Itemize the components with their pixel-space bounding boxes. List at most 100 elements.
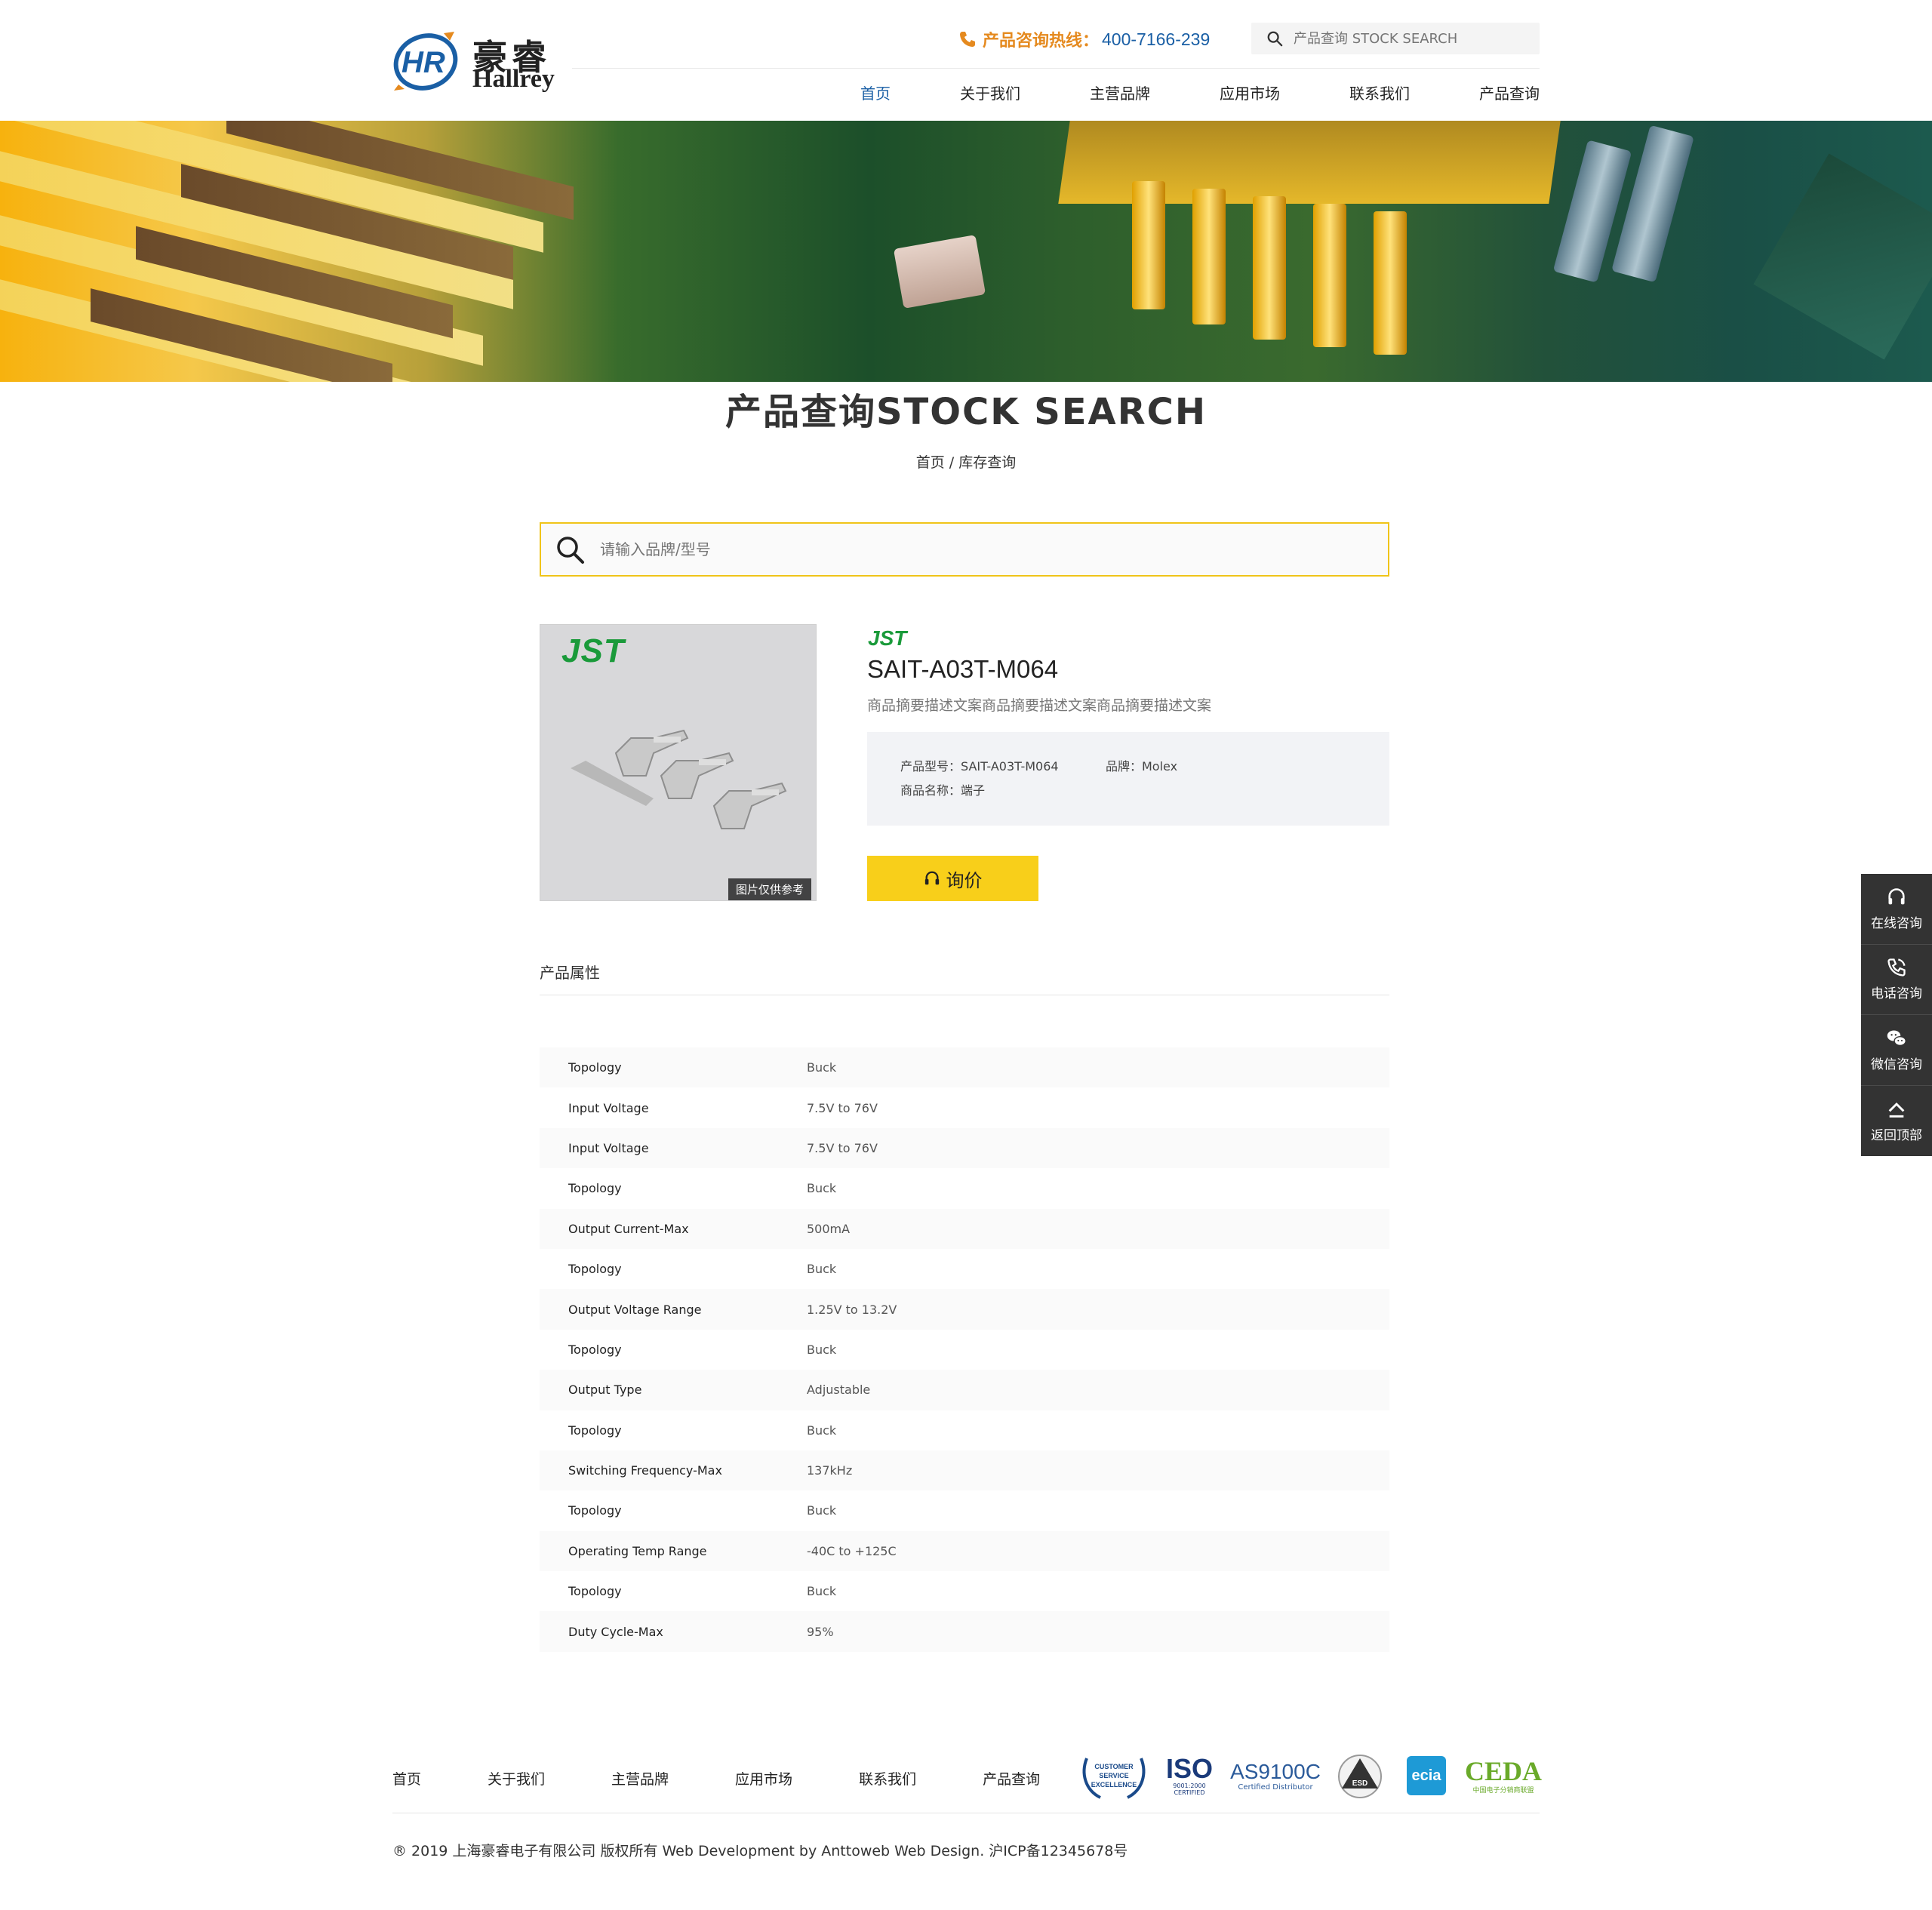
attr-key: Output Current-Max: [568, 1221, 689, 1236]
sidebar-item-label: 在线咨询: [1871, 915, 1922, 931]
table-row: Output Voltage Range 1.25V to 13.2V: [540, 1289, 1389, 1330]
attr-key: Topology: [568, 1503, 622, 1518]
sidebar-item-label: 微信咨询: [1871, 1056, 1922, 1072]
footer-nav-search[interactable]: 产品查询: [983, 1768, 1040, 1789]
breadcrumb[interactable]: 首页 / 库存查询: [0, 451, 1932, 472]
product-summary: 商品摘要描述文案商品摘要描述文案商品摘要描述文案: [867, 697, 1212, 714]
stock-search-box[interactable]: [540, 522, 1389, 577]
footer-nav-about[interactable]: 关于我们: [488, 1768, 545, 1789]
hallrey-logo-icon: HR: [393, 32, 458, 91]
product-name: SAIT-A03T-M064: [867, 655, 1059, 683]
attr-key: Topology: [568, 1423, 622, 1438]
attr-value: -40C to +125C: [807, 1543, 897, 1558]
nav-item-home[interactable]: 首页: [860, 82, 891, 103]
attr-key: Topology: [568, 1060, 622, 1075]
table-row: Topology Buck: [540, 1249, 1389, 1289]
logo-mark-text: HR: [401, 46, 445, 79]
attr-key: Input Voltage: [568, 1100, 649, 1115]
hotline-number[interactable]: 400-7166-239: [1102, 29, 1210, 50]
search-icon[interactable]: [555, 534, 585, 564]
terminal-product-illustration: [571, 729, 787, 829]
table-row: Topology Buck: [540, 1330, 1389, 1370]
attr-key: Topology: [568, 1342, 622, 1357]
header-search-input[interactable]: [1292, 29, 1537, 48]
site-header: HR 豪睿 Hallrey 产品咨询热线： 400-7166-239 首页 关于…: [0, 0, 1932, 121]
attr-value: 7.5V to 76V: [807, 1100, 878, 1115]
attr-value: 95%: [807, 1624, 834, 1639]
hotline: 产品咨询热线： 400-7166-239: [958, 26, 1210, 53]
nav-item-brands[interactable]: 主营品牌: [1090, 82, 1150, 103]
attr-value: Buck: [807, 1060, 837, 1075]
footer-nav-home[interactable]: 首页: [392, 1768, 421, 1789]
search-icon[interactable]: [1266, 30, 1283, 47]
phone-icon: [1887, 958, 1906, 977]
nav-item-search[interactable]: 产品查询: [1479, 82, 1540, 103]
phone-icon: [960, 32, 975, 47]
logo-english-name: Hallrey: [472, 65, 555, 93]
attr-value: 137kHz: [807, 1463, 853, 1478]
header-search[interactable]: [1251, 23, 1540, 54]
attr-value: Adjustable: [807, 1383, 871, 1398]
attr-value: 7.5V to 76V: [807, 1140, 878, 1155]
hero-banner: [0, 121, 1932, 382]
back-to-top-icon: [1888, 1102, 1905, 1118]
spec-category: 商品名称：端子: [900, 783, 986, 798]
attr-key: Output Type: [568, 1383, 642, 1398]
attr-key: Topology: [568, 1584, 622, 1599]
nav-item-about[interactable]: 关于我们: [960, 82, 1020, 103]
footer-nav-contact[interactable]: 联系我们: [859, 1768, 916, 1789]
table-row: Operating Temp Range -40C to +125C: [540, 1530, 1389, 1572]
attributes-title: 产品属性: [540, 964, 600, 982]
page-title: 产品查询STOCK SEARCH: [724, 391, 1208, 433]
footer-nav-brands[interactable]: 主营品牌: [611, 1768, 669, 1789]
attr-value: Buck: [807, 1423, 837, 1438]
nav-item-contact[interactable]: 联系我们: [1349, 82, 1410, 103]
table-row: Duty Cycle-Max 95%: [540, 1611, 1389, 1652]
iso-logo-sub: 9001:2000: [1173, 1782, 1206, 1789]
attr-key: Input Voltage: [568, 1140, 649, 1155]
as9100c-logo-sub: Certified Distributor: [1238, 1782, 1313, 1792]
attr-value: Buck: [807, 1262, 837, 1277]
sidebar-item-label: 电话咨询: [1871, 986, 1922, 1002]
certification-logos: CUSTOMER SERVICE EXCELLENCE ISO 9001:200…: [1079, 1751, 1542, 1804]
iso-logo-sub2: CERTIFIED: [1174, 1789, 1205, 1796]
as9100c-logo-text: AS9100C: [1230, 1759, 1321, 1783]
footer-nav: 首页 关于我们 主营品牌 应用市场 联系我们 产品查询: [392, 1768, 1106, 1789]
footer-nav-markets[interactable]: 应用市场: [735, 1768, 792, 1789]
sidebar-item-wechat-consult[interactable]: 微信咨询: [1861, 1015, 1932, 1086]
headset-icon: [924, 871, 939, 885]
attr-key: Operating Temp Range: [568, 1543, 707, 1558]
header-divider: [572, 68, 1540, 69]
sidebar-item-back-to-top[interactable]: 返回顶部: [1861, 1086, 1932, 1157]
inquiry-button-label: 询价: [946, 869, 983, 891]
attr-value: 1.25V to 13.2V: [807, 1302, 897, 1317]
table-row: Input Voltage 7.5V to 76V: [540, 1087, 1389, 1127]
esd-logo-text: ESD: [1352, 1779, 1368, 1788]
inquiry-button[interactable]: 询价: [867, 856, 1038, 901]
table-row: Input Voltage 7.5V to 76V: [540, 1127, 1389, 1169]
esd-logo: ESD: [1338, 1755, 1382, 1798]
customer-service-excellence-logo: CUSTOMER SERVICE EXCELLENCE: [1082, 1758, 1146, 1799]
sidebar-item-online-consult[interactable]: 在线咨询: [1861, 874, 1932, 945]
site-logo[interactable]: HR 豪睿 Hallrey: [391, 26, 557, 100]
nav-item-markets[interactable]: 应用市场: [1220, 82, 1280, 103]
ceda-logo: CEDA 中国电子分销商联盟: [1465, 1751, 1542, 1801]
attr-value: Buck: [807, 1181, 837, 1196]
product-image[interactable]: JST 图片仅供参考: [540, 624, 817, 901]
sidebar-item-phone-consult[interactable]: 电话咨询: [1861, 945, 1932, 1015]
product-brand-logo: JST: [868, 626, 907, 650]
copyright: ® 2019 上海豪睿电子有限公司 版权所有 Web Development b…: [392, 1843, 1128, 1859]
attributes-table: Topology Buck Input Voltage 7.5V to 76V In…: [540, 1047, 1389, 1652]
attr-value: Buck: [807, 1503, 837, 1518]
attr-value: Buck: [807, 1584, 837, 1599]
spec-model: 产品型号：SAIT-A03T-M064: [900, 759, 1059, 774]
headset-icon: [1888, 887, 1905, 905]
attr-key: Switching Frequency-Max: [568, 1463, 722, 1478]
table-row: Topology Buck: [540, 1571, 1389, 1611]
attr-value: 500mA: [807, 1221, 851, 1236]
table-row: Output Type Adjustable: [540, 1370, 1389, 1410]
attr-key: Duty Cycle-Max: [568, 1624, 663, 1639]
table-row: Topology Buck: [540, 1410, 1389, 1450]
attr-key: Topology: [568, 1262, 622, 1277]
stock-search-input[interactable]: [598, 540, 1281, 559]
